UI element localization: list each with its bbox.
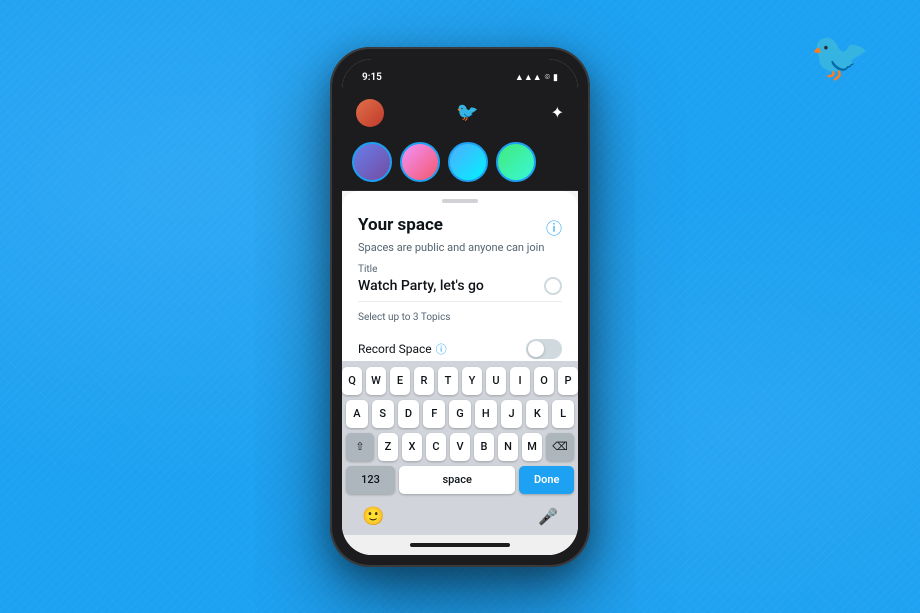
title-field[interactable]: Watch Party, let's go (358, 277, 562, 302)
key-u[interactable]: U (486, 367, 506, 395)
home-indicator (410, 543, 510, 547)
status-icons: ▲▲▲ ⌾ ▮ (515, 72, 558, 83)
key-x[interactable]: X (402, 433, 422, 461)
keyboard-accessory-bar: 🙂 🎤 (342, 499, 578, 535)
story-4[interactable] (496, 142, 536, 182)
emoji-icon[interactable]: 🙂 (362, 506, 384, 527)
profile-avatar[interactable] (356, 99, 384, 127)
key-z[interactable]: Z (378, 433, 398, 461)
phone-bottom (342, 535, 578, 555)
twitter-logo-background: 🐦 (810, 28, 870, 85)
sparkle-icon[interactable]: ✦ (551, 103, 564, 122)
keyboard-row-1: Q W E R T Y U I O P (346, 367, 574, 395)
key-b[interactable]: B (474, 433, 494, 461)
help-icon[interactable]: ⓘ (546, 215, 562, 239)
key-shift[interactable]: ⇧ (346, 433, 374, 461)
keyboard: Q W E R T Y U I O P A S (342, 361, 578, 499)
record-label: Record Space ⓘ (358, 341, 447, 357)
key-d[interactable]: D (398, 400, 420, 428)
key-space[interactable]: space (399, 466, 515, 494)
story-2[interactable] (400, 142, 440, 182)
key-delete[interactable]: ⌫ (546, 433, 574, 461)
record-info-icon[interactable]: ⓘ (436, 341, 447, 357)
story-3[interactable] (448, 142, 488, 182)
modal-sheet: Your space ⓘ Spaces are public and anyon… (342, 191, 578, 555)
status-time: 9:15 (362, 72, 382, 83)
key-w[interactable]: W (366, 367, 386, 395)
modal-handle (442, 199, 478, 203)
key-n[interactable]: N (498, 433, 518, 461)
battery-icon: ▮ (553, 73, 558, 83)
key-s[interactable]: S (372, 400, 394, 428)
title-input-value: Watch Party, let's go (358, 278, 484, 294)
phone-screen: 9:15 ▲▲▲ ⌾ ▮ 🐦 ✦ (342, 59, 578, 555)
key-o[interactable]: O (534, 367, 554, 395)
modal-subtitle: Spaces are public and anyone can join (358, 241, 562, 254)
key-e[interactable]: E (390, 367, 410, 395)
key-j[interactable]: J (501, 400, 523, 428)
key-h[interactable]: H (475, 400, 497, 428)
key-m[interactable]: M (522, 433, 542, 461)
phone-mockup: 9:15 ▲▲▲ ⌾ ▮ 🐦 ✦ (330, 47, 590, 567)
twitter-navbar: 🐦 ✦ (342, 91, 578, 135)
title-field-label: Title (358, 264, 562, 275)
stories-row (342, 135, 578, 191)
key-numbers[interactable]: 123 (346, 466, 395, 494)
record-toggle[interactable] (526, 339, 562, 359)
record-space-row: Record Space ⓘ (358, 339, 562, 359)
key-y[interactable]: Y (462, 367, 482, 395)
key-f[interactable]: F (423, 400, 445, 428)
key-q[interactable]: Q (342, 367, 362, 395)
key-g[interactable]: G (449, 400, 471, 428)
modal-content: Your space ⓘ Spaces are public and anyon… (342, 207, 578, 361)
key-p[interactable]: P (558, 367, 578, 395)
key-r[interactable]: R (414, 367, 434, 395)
status-bar: 9:15 ▲▲▲ ⌾ ▮ (342, 59, 578, 91)
twitter-bird-icon: 🐦 (456, 102, 478, 123)
keyboard-row-3: ⇧ Z X C V B N M ⌫ (346, 433, 574, 461)
story-1[interactable] (352, 142, 392, 182)
key-k[interactable]: K (526, 400, 548, 428)
keyboard-row-bottom: 123 space Done (346, 466, 574, 494)
key-v[interactable]: V (450, 433, 470, 461)
key-i[interactable]: I (510, 367, 530, 395)
clear-icon[interactable] (544, 277, 562, 295)
key-t[interactable]: T (438, 367, 458, 395)
signal-icon: ▲▲▲ (515, 72, 542, 83)
topics-label: Select up to 3 Topics (358, 312, 562, 323)
modal-header: Your space ⓘ (358, 215, 562, 239)
keyboard-row-2: A S D F G H J K L (346, 400, 574, 428)
phone-frame: 9:15 ▲▲▲ ⌾ ▮ 🐦 ✦ (330, 47, 590, 567)
wifi-icon: ⌾ (545, 73, 550, 83)
key-done[interactable]: Done (519, 466, 574, 494)
key-l[interactable]: L (552, 400, 574, 428)
modal-title: Your space (358, 215, 443, 235)
key-a[interactable]: A (346, 400, 368, 428)
mic-icon[interactable]: 🎤 (538, 507, 558, 526)
key-c[interactable]: C (426, 433, 446, 461)
